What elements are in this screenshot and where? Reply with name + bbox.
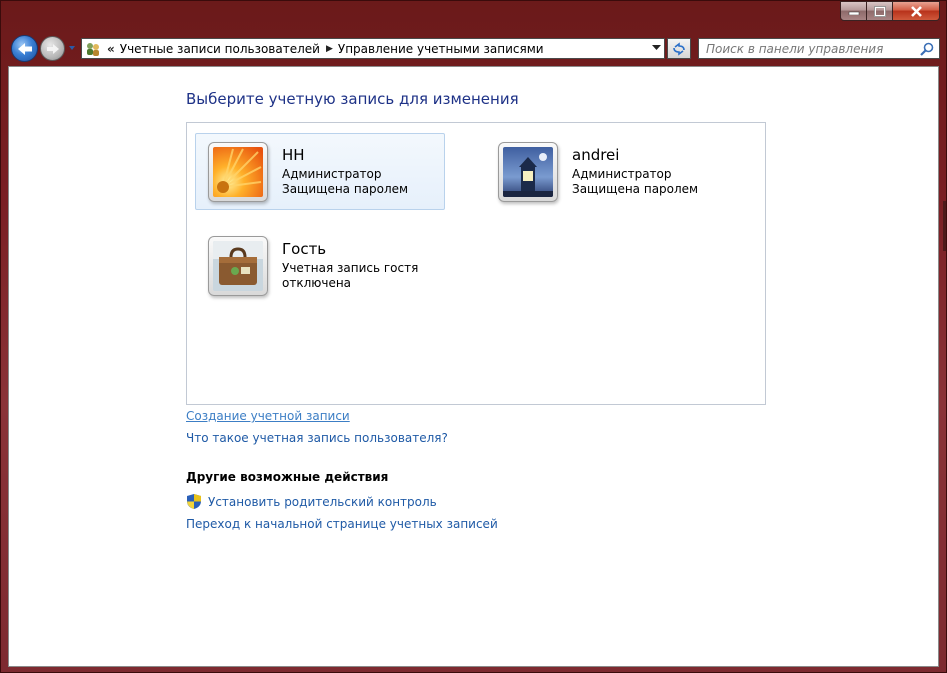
- accounts-list: НН Администратор Защищена паролем andrei…: [186, 122, 766, 405]
- avatar: [208, 142, 268, 202]
- forward-arrow-icon: [46, 43, 59, 54]
- navigation-bar: « Учетные записи пользователей ▶ Управле…: [1, 31, 946, 65]
- refresh-button[interactable]: [667, 38, 691, 59]
- page-title: Выберите учетную запись для изменения: [186, 90, 519, 108]
- search-icon[interactable]: [919, 41, 935, 57]
- main-content: Выберите учетную запись для изменения НН…: [8, 66, 939, 667]
- refresh-icon: [673, 41, 685, 56]
- parental-control-link[interactable]: Установить родительский контроль: [208, 495, 437, 509]
- back-button[interactable]: [11, 35, 38, 62]
- forward-button[interactable]: [40, 36, 65, 61]
- close-button[interactable]: [893, 1, 940, 21]
- account-tile-guest[interactable]: Гость Учетная запись гостя отключена: [195, 227, 445, 304]
- minimize-icon: [848, 11, 859, 15]
- close-icon: [910, 5, 922, 17]
- user-accounts-icon: [87, 42, 99, 56]
- other-actions-title: Другие возможные действия: [186, 470, 389, 484]
- window-controls: [840, 1, 940, 21]
- address-bar[interactable]: « Учетные записи пользователей ▶ Управле…: [81, 38, 665, 59]
- window-edge: [943, 201, 946, 251]
- flower-avatar-icon: [213, 147, 263, 197]
- account-type: Администратор: [572, 167, 672, 181]
- title-bar[interactable]: [1, 1, 946, 29]
- uac-shield-icon: [187, 494, 201, 509]
- account-name: НН: [282, 146, 305, 164]
- recent-pages-chevron-icon[interactable]: [68, 44, 76, 52]
- parental-control-row[interactable]: Установить родительский контроль: [186, 493, 437, 510]
- lighthouse-avatar-icon: [503, 147, 553, 197]
- account-status: Защищена паролем: [282, 182, 409, 196]
- breadcrumb-separator-icon[interactable]: ▶: [326, 44, 333, 54]
- breadcrumb-manage-accounts[interactable]: Управление учетными записями: [338, 42, 544, 56]
- account-name: Гость: [282, 240, 327, 258]
- avatar: [208, 236, 268, 296]
- account-name: andrei: [572, 146, 620, 164]
- account-info: Гость Учетная запись гостя отключена: [282, 240, 444, 291]
- create-account-link[interactable]: Создание учетной записи: [186, 409, 350, 423]
- account-tile-andrei[interactable]: andrei Администратор Защищена паролем: [485, 133, 735, 210]
- maximize-button[interactable]: [867, 1, 893, 21]
- back-arrow-icon: [17, 42, 32, 55]
- what-is-account-link[interactable]: Что такое учетная запись пользователя?: [186, 431, 448, 445]
- minimize-button[interactable]: [840, 1, 867, 21]
- avatar: [498, 142, 558, 202]
- account-tile-hh[interactable]: НН Администратор Защищена паролем: [195, 133, 445, 210]
- breadcrumb-user-accounts[interactable]: Учетные записи пользователей: [120, 42, 320, 56]
- search-input[interactable]: [699, 39, 919, 58]
- accounts-home-link[interactable]: Переход к начальной странице учетных зап…: [186, 517, 498, 531]
- suitcase-avatar-icon: [213, 241, 263, 291]
- account-info: НН Администратор Защищена паролем: [282, 146, 408, 197]
- address-overflow[interactable]: «: [107, 42, 115, 56]
- search-box[interactable]: [698, 38, 940, 59]
- maximize-icon: [873, 5, 886, 17]
- account-status: Защищена паролем: [572, 182, 699, 196]
- address-dropdown-icon[interactable]: [652, 45, 661, 51]
- account-info: andrei Администратор Защищена паролем: [572, 146, 698, 197]
- control-panel-window: « Учетные записи пользователей ▶ Управле…: [0, 0, 947, 673]
- account-status: Учетная запись гостя отключена: [282, 261, 419, 290]
- account-type: Администратор: [282, 167, 382, 181]
